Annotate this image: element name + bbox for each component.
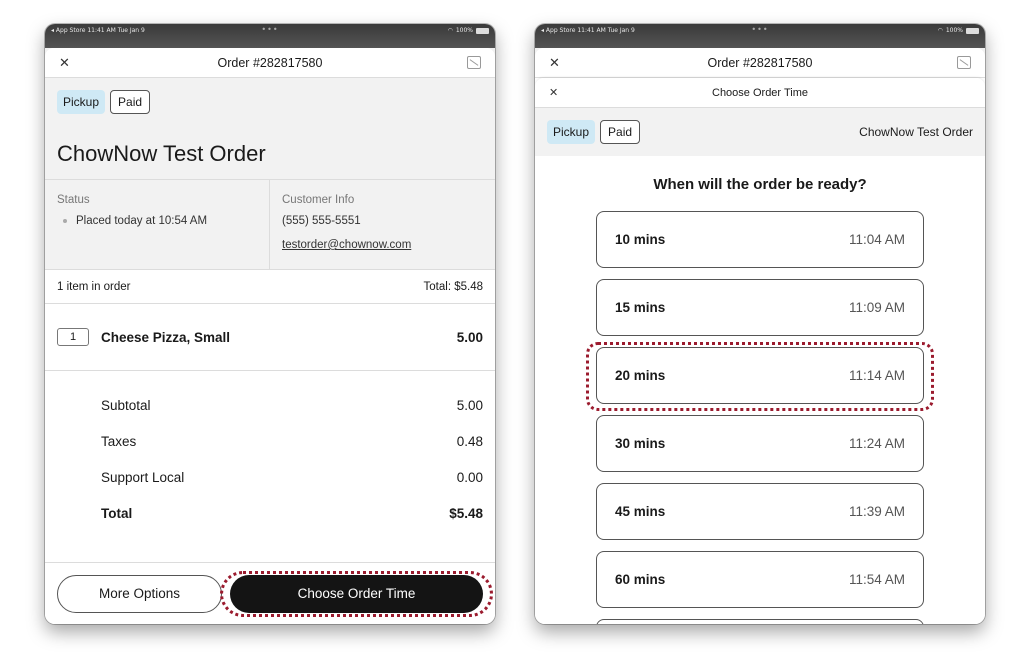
totals-section: Subtotal 5.00 Taxes 0.48 Support Local 0… [45,371,495,531]
time-option-clock: 11:24 AM [848,436,905,451]
close-icon[interactable]: ✕ [59,55,70,71]
support-local-row: Support Local 0.00 [101,459,483,495]
order-number-title: Order #282817580 [217,55,323,70]
time-option-clock: 11:39 AM [848,504,905,519]
time-option-20[interactable]: 20 mins 11:14 AM [596,347,924,404]
pickup-badge: Pickup [547,120,596,144]
status-text: Placed today at 10:54 AM [76,215,208,227]
ready-question: When will the order be ready? [653,176,867,193]
more-options-button[interactable]: More Options [57,574,222,613]
order-badges: Pickup Paid [57,90,483,114]
status-bar: ◂ App Store 11:41 AM Tue Jan 9 ••• ◠ 100… [45,24,495,48]
item-quantity: 1 [57,328,89,346]
item-name: Cheese Pizza, Small [101,329,231,345]
battery-icon [966,27,979,34]
choose-order-time-button[interactable]: Choose Order Time [230,574,483,613]
status-label: Status [57,194,90,206]
totals-label: Total [101,505,133,521]
customer-email[interactable]: testorder@chownow.com [282,239,411,251]
time-option-minutes: 10 mins [615,232,666,247]
order-navbar: ✕ Order #282817580 [535,48,985,78]
time-option-45[interactable]: 45 mins 11:39 AM [596,483,924,540]
multitask-dots: ••• [751,25,769,34]
totals-label: Taxes [101,433,137,449]
battery-percent: 100% [455,27,473,34]
time-option-clock: 11:04 AM [848,232,905,247]
time-option-30[interactable]: 30 mins 11:24 AM [596,415,924,472]
printer-off-icon[interactable] [467,56,481,69]
time-option-minutes: 15 mins [615,300,666,315]
choose-time-navbar: ✕ Choose Order Time [535,78,985,108]
battery-icon [476,27,489,34]
order-sheet: ✕ Order #282817580 Pickup Paid ChowNow T… [45,48,495,624]
totals-value: $5.48 [449,505,483,521]
subtotal-row: Subtotal 5.00 [101,387,483,423]
time-option-minutes: 45 mins [615,504,666,519]
order-badges: Pickup Paid [547,120,859,144]
choose-time-sheet: ✕ Choose Order Time Pickup Paid ChowNow … [535,78,985,624]
time-option-partial[interactable] [596,619,924,624]
totals-value: 0.48 [456,433,483,449]
item-price: 5.00 [456,329,483,345]
choose-time-subheader: Pickup Paid ChowNow Test Order [535,108,985,156]
item-count: 1 item in order [57,280,131,293]
order-footer: More Options Choose Order Time [45,562,495,624]
paid-badge: Paid [110,90,151,114]
time-option-10[interactable]: 10 mins 11:04 AM [596,211,924,268]
order-navbar: ✕ Order #282817580 [45,48,495,78]
time-option-minutes: 30 mins [615,436,666,451]
printer-off-icon[interactable] [957,56,971,69]
customer-label: Customer Info [282,194,355,206]
choose-time-title: Choose Order Time [712,86,808,99]
status-section: Status Placed today at 10:54 AM [45,180,270,269]
status-item: Placed today at 10:54 AM [57,215,257,227]
time-option-clock: 11:14 AM [848,368,905,383]
time-option-minutes: 60 mins [615,572,666,587]
close-icon[interactable]: ✕ [549,86,558,99]
status-bar-left: ◂ App Store 11:41 AM Tue Jan 9 [51,27,145,34]
status-bar-right: ◠ 100% [448,27,489,34]
order-number-title: Order #282817580 [707,55,813,70]
time-option-15[interactable]: 15 mins 11:09 AM [596,279,924,336]
multitask-dots: ••• [261,25,279,34]
totals-label: Subtotal [101,397,151,413]
left-ipad-screen: ◂ App Store 11:41 AM Tue Jan 9 ••• ◠ 100… [45,24,495,624]
time-option-clock: 11:09 AM [848,300,905,315]
status-bar: ◂ App Store 11:41 AM Tue Jan 9 ••• ◠ 100… [535,24,985,48]
wifi-icon: ◠ [937,27,943,34]
time-option-minutes: 20 mins [615,368,666,383]
paid-badge: Paid [600,120,641,144]
wifi-icon: ◠ [447,27,453,34]
status-bar-left: ◂ App Store 11:41 AM Tue Jan 9 [541,27,635,34]
customer-section: Customer Info (555) 555-5551 testorder@c… [270,180,423,269]
order-name: ChowNow Test Order [859,125,973,139]
order-info: Status Placed today at 10:54 AM Customer… [45,180,495,270]
right-ipad-screen: ◂ App Store 11:41 AM Tue Jan 9 ••• ◠ 100… [535,24,985,624]
time-option-list: 10 mins 11:04 AM 15 mins 11:09 AM 20 min… [535,211,985,624]
time-option-60[interactable]: 60 mins 11:54 AM [596,551,924,608]
status-bar-right: ◠ 100% [938,27,979,34]
totals-value: 5.00 [456,397,483,413]
totals-label: Support Local [101,469,185,485]
close-icon[interactable]: ✕ [549,55,560,71]
items-summary: 1 item in order Total: $5.48 [45,270,495,304]
taxes-row: Taxes 0.48 [101,423,483,459]
bullet-icon [63,219,67,223]
totals-value: 0.00 [456,469,483,485]
order-title: ChowNow Test Order [57,141,266,166]
customer-phone[interactable]: (555) 555-5551 [282,215,411,227]
pickup-badge: Pickup [57,90,106,114]
order-total-summary: Total: $5.48 [423,280,483,293]
list-item: 1 Cheese Pizza, Small 5.00 [45,304,495,371]
time-option-clock: 11:54 AM [848,572,905,587]
order-header: Pickup Paid ChowNow Test Order [45,78,495,180]
battery-percent: 100% [945,27,963,34]
grand-total-row: Total $5.48 [101,495,483,531]
